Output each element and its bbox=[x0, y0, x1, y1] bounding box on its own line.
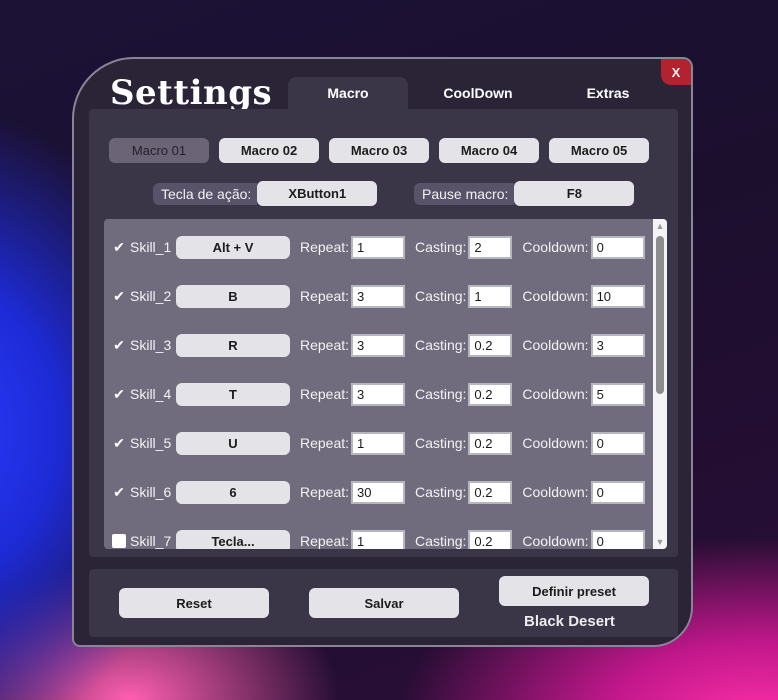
bottom-bar: Reset Salvar Definir preset Black Desert bbox=[89, 569, 678, 637]
repeat-label: Repeat: bbox=[300, 288, 350, 304]
skill-4-repeat-input[interactable]: 3 bbox=[351, 382, 406, 406]
repeat-label: Repeat: bbox=[300, 239, 350, 255]
skill-7-label: Skill_7 bbox=[130, 533, 172, 549]
skill-2-key-button[interactable]: B bbox=[176, 284, 290, 308]
casting-label: Casting: bbox=[415, 337, 467, 353]
tab-extras[interactable]: Extras bbox=[548, 77, 668, 109]
skill-4-checkbox[interactable]: ✔ bbox=[112, 386, 126, 402]
skill-row: ✔ Skill_5 U Repeat: 1 Casting: 0.2 Coold… bbox=[112, 431, 645, 455]
repeat-label: Repeat: bbox=[300, 337, 350, 353]
skill-7-repeat-input[interactable]: 1 bbox=[351, 529, 406, 549]
repeat-label: Repeat: bbox=[300, 533, 350, 549]
scrollbar-thumb[interactable] bbox=[656, 236, 664, 394]
skill-3-checkbox[interactable]: ✔ bbox=[112, 337, 126, 353]
skill-2-casting-input[interactable]: 1 bbox=[468, 284, 513, 308]
casting-label: Casting: bbox=[415, 435, 467, 451]
pause-key-label: Pause macro: bbox=[414, 182, 515, 205]
skill-1-casting-input[interactable]: 2 bbox=[468, 235, 513, 259]
skill-row: ✔ Skill_1 Alt + V Repeat: 1 Casting: 2 C… bbox=[112, 235, 645, 259]
skill-row: ✔ Skill_3 R Repeat: 3 Casting: 0.2 Coold… bbox=[112, 333, 645, 357]
skill-3-casting-input[interactable]: 0.2 bbox=[468, 333, 513, 357]
skill-1-key-button[interactable]: Alt + V bbox=[176, 235, 290, 259]
skill-5-casting-input[interactable]: 0.2 bbox=[468, 431, 513, 455]
scroll-down-icon[interactable]: ▼ bbox=[653, 535, 667, 549]
skill-4-key-button[interactable]: T bbox=[176, 382, 290, 406]
skill-5-cooldown-input[interactable]: 0 bbox=[590, 431, 645, 455]
macro-05-button[interactable]: Macro 05 bbox=[549, 138, 649, 163]
skill-5-key-button[interactable]: U bbox=[176, 431, 290, 455]
cooldown-label: Cooldown: bbox=[522, 239, 589, 255]
macro-03-button[interactable]: Macro 03 bbox=[329, 138, 429, 163]
macro-panel: Macro 01 Macro 02 Macro 03 Macro 04 Macr… bbox=[89, 109, 678, 557]
skill-5-checkbox[interactable]: ✔ bbox=[112, 435, 126, 451]
skill-2-cooldown-input[interactable]: 10 bbox=[590, 284, 645, 308]
skill-2-label: Skill_2 bbox=[130, 288, 172, 304]
skill-3-key-button[interactable]: R bbox=[176, 333, 290, 357]
casting-label: Casting: bbox=[415, 533, 467, 549]
skill-row: Skill_7 Tecla... Repeat: 1 Casting: 0.2 … bbox=[112, 529, 645, 549]
skill-2-repeat-input[interactable]: 3 bbox=[351, 284, 406, 308]
repeat-label: Repeat: bbox=[300, 484, 350, 500]
skill-3-repeat-input[interactable]: 3 bbox=[351, 333, 406, 357]
tab-macro[interactable]: Macro bbox=[288, 77, 408, 109]
skill-4-cooldown-input[interactable]: 5 bbox=[590, 382, 645, 406]
define-preset-button[interactable]: Definir preset bbox=[499, 576, 649, 606]
tab-cooldown[interactable]: CoolDown bbox=[418, 77, 538, 109]
skill-1-label: Skill_1 bbox=[130, 239, 172, 255]
action-key-button[interactable]: XButton1 bbox=[257, 181, 378, 206]
scroll-up-icon[interactable]: ▲ bbox=[653, 219, 667, 233]
skill-6-checkbox[interactable]: ✔ bbox=[112, 484, 126, 500]
cooldown-label: Cooldown: bbox=[522, 288, 589, 304]
macro-04-button[interactable]: Macro 04 bbox=[439, 138, 539, 163]
cooldown-label: Cooldown: bbox=[522, 337, 589, 353]
repeat-label: Repeat: bbox=[300, 386, 350, 402]
skill-5-repeat-input[interactable]: 1 bbox=[351, 431, 406, 455]
casting-label: Casting: bbox=[415, 288, 467, 304]
skill-6-casting-input[interactable]: 0.2 bbox=[468, 480, 513, 504]
casting-label: Casting: bbox=[415, 239, 467, 255]
preset-name: Black Desert bbox=[524, 613, 615, 630]
skill-7-cooldown-input[interactable]: 0 bbox=[590, 529, 645, 549]
tab-bar: Macro CoolDown Extras bbox=[288, 77, 668, 109]
skill-3-label: Skill_3 bbox=[130, 337, 172, 353]
skill-6-label: Skill_6 bbox=[130, 484, 172, 500]
pause-key-button[interactable]: F8 bbox=[514, 181, 635, 206]
cooldown-label: Cooldown: bbox=[522, 533, 589, 549]
skill-row: ✔ Skill_6 6 Repeat: 30 Casting: 0.2 Cool… bbox=[112, 480, 645, 504]
macro-selector: Macro 01 Macro 02 Macro 03 Macro 04 Macr… bbox=[109, 138, 649, 163]
reset-button[interactable]: Reset bbox=[119, 588, 269, 618]
casting-label: Casting: bbox=[415, 484, 467, 500]
pause-key-group: Pause macro: F8 bbox=[414, 181, 635, 206]
casting-label: Casting: bbox=[415, 386, 467, 402]
skill-7-key-button[interactable]: Tecla... bbox=[176, 529, 290, 549]
skill-3-cooldown-input[interactable]: 3 bbox=[590, 333, 645, 357]
skill-6-key-button[interactable]: 6 bbox=[176, 480, 290, 504]
repeat-label: Repeat: bbox=[300, 435, 350, 451]
action-key-group: Tecla de ação: XButton1 bbox=[153, 181, 378, 206]
vertical-scrollbar[interactable]: ▲ ▼ bbox=[653, 219, 667, 549]
save-button[interactable]: Salvar bbox=[309, 588, 459, 618]
skill-4-label: Skill_4 bbox=[130, 386, 172, 402]
skill-5-label: Skill_5 bbox=[130, 435, 172, 451]
skill-7-casting-input[interactable]: 0.2 bbox=[468, 529, 513, 549]
window-title: Settings bbox=[110, 73, 273, 113]
skill-row: ✔ Skill_2 B Repeat: 3 Casting: 1 Cooldow… bbox=[112, 284, 645, 308]
action-key-label: Tecla de ação: bbox=[153, 182, 258, 205]
settings-window: X Settings Macro CoolDown Extras Macro 0… bbox=[72, 57, 693, 647]
skill-2-checkbox[interactable]: ✔ bbox=[112, 288, 126, 304]
macro-02-button[interactable]: Macro 02 bbox=[219, 138, 319, 163]
skill-6-cooldown-input[interactable]: 0 bbox=[590, 480, 645, 504]
skill-row: ✔ Skill_4 T Repeat: 3 Casting: 0.2 Coold… bbox=[112, 382, 645, 406]
skills-list[interactable]: ✔ Skill_1 Alt + V Repeat: 1 Casting: 2 C… bbox=[104, 219, 667, 549]
skill-1-checkbox[interactable]: ✔ bbox=[112, 239, 126, 255]
skill-4-casting-input[interactable]: 0.2 bbox=[468, 382, 513, 406]
skill-7-checkbox[interactable] bbox=[112, 534, 126, 548]
skill-6-repeat-input[interactable]: 30 bbox=[351, 480, 406, 504]
cooldown-label: Cooldown: bbox=[522, 435, 589, 451]
macro-01-button[interactable]: Macro 01 bbox=[109, 138, 209, 163]
skill-1-cooldown-input[interactable]: 0 bbox=[590, 235, 645, 259]
cooldown-label: Cooldown: bbox=[522, 484, 589, 500]
cooldown-label: Cooldown: bbox=[522, 386, 589, 402]
skill-1-repeat-input[interactable]: 1 bbox=[351, 235, 406, 259]
